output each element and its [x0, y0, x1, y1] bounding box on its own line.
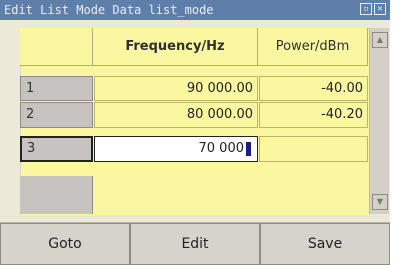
- row-label-column: [20, 176, 93, 214]
- header-corner: [20, 28, 93, 66]
- window-title: Edit List Mode Data list_mode: [4, 3, 214, 17]
- frequency-cell-2[interactable]: 80 000.00: [94, 102, 258, 128]
- close-icon[interactable]: ✕: [374, 3, 386, 15]
- arrow-down-icon[interactable]: ▼: [372, 194, 388, 210]
- title-bar[interactable]: Edit List Mode Data list_mode ▫ ✕: [0, 0, 390, 20]
- column-header-frequency[interactable]: Frequency/Hz: [93, 28, 258, 66]
- row-index-2[interactable]: 2: [20, 102, 93, 128]
- power-cell-3[interactable]: [259, 136, 368, 162]
- vertical-scrollbar[interactable]: ▲ ▼: [369, 28, 389, 214]
- list-mode-dialog: Edit List Mode Data list_mode ▫ ✕ Freque…: [0, 0, 390, 265]
- text-cursor: [246, 141, 251, 156]
- save-button[interactable]: Save: [260, 223, 390, 265]
- button-bar: Goto Edit Save: [0, 222, 390, 265]
- arrow-up-icon[interactable]: ▲: [372, 32, 388, 48]
- power-cell-2[interactable]: -40.20: [259, 102, 368, 128]
- power-cell-1[interactable]: -40.00: [259, 76, 368, 101]
- row-index-1[interactable]: 1: [20, 76, 93, 101]
- goto-button[interactable]: Goto: [0, 223, 130, 265]
- edit-button[interactable]: Edit: [130, 223, 260, 265]
- row-index-3[interactable]: 3: [20, 136, 93, 162]
- column-header-power[interactable]: Power/dBm: [258, 28, 368, 66]
- frequency-input-value: 70 000: [198, 141, 245, 156]
- frequency-cell-1[interactable]: 90 000.00: [94, 76, 258, 101]
- frequency-input-3[interactable]: 70 000: [94, 136, 258, 162]
- restore-icon[interactable]: ▫: [360, 3, 372, 15]
